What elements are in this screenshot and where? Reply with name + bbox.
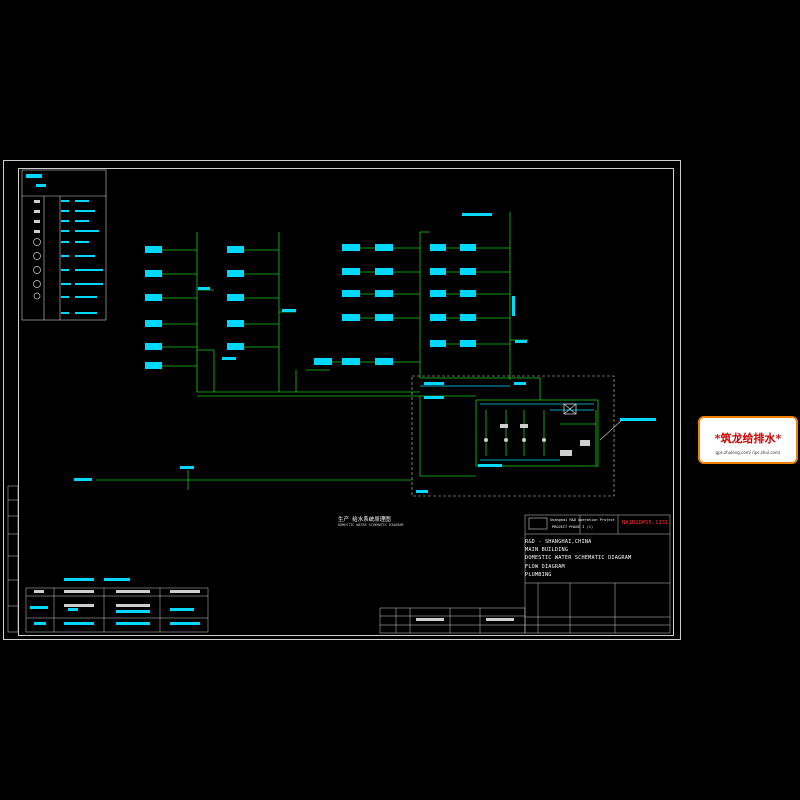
location-text: R&D - SHANGHAI,CHINA bbox=[525, 539, 592, 545]
drawing-type-text: FLOW DIAGRAM bbox=[525, 564, 565, 570]
pump-valves bbox=[484, 424, 590, 456]
diagram-title: 生产 给水系统原理图 bbox=[338, 517, 391, 523]
discipline-text: PLUMBING bbox=[525, 572, 552, 578]
riser-group-4 bbox=[420, 212, 528, 380]
pump-room-boundary bbox=[411, 375, 615, 497]
pump-room-equipment bbox=[419, 378, 599, 477]
project-phase: PROJECT PHASE I (1) bbox=[552, 525, 594, 529]
riser-group-2 bbox=[222, 232, 297, 392]
stamp-brand: *筑龙给排水* bbox=[714, 432, 782, 445]
revision-strip bbox=[7, 485, 19, 633]
watermark-stamp: *筑龙给排水* gps.zhulong.com/ (ips.zhul.com) bbox=[698, 416, 798, 464]
schematic-drawing bbox=[7, 169, 671, 634]
riser-group-3 bbox=[306, 232, 421, 378]
diagram-subtitle: DOMESTIC WATER SCHEMATIC DIAGRAM bbox=[338, 523, 404, 527]
pump-room-cyan bbox=[420, 385, 594, 461]
project-name: Shanghai R&D Operation Project bbox=[550, 518, 615, 522]
stamp-url: gps.zhulong.com/ (ips.zhul.com) bbox=[715, 450, 781, 455]
riser-group-1 bbox=[145, 232, 215, 392]
main-header-pipe bbox=[197, 349, 540, 397]
building-text: MAIN BUILDING bbox=[525, 547, 569, 553]
drawing-number: NA1B1DP55-1131 bbox=[622, 520, 669, 526]
drawing-title-text: DOMESTIC WATER SCHEMATIC DIAGRAM bbox=[525, 555, 632, 561]
incoming-main-pipe bbox=[96, 470, 412, 490]
legend-entries bbox=[26, 174, 103, 314]
leader-line bbox=[599, 419, 623, 441]
